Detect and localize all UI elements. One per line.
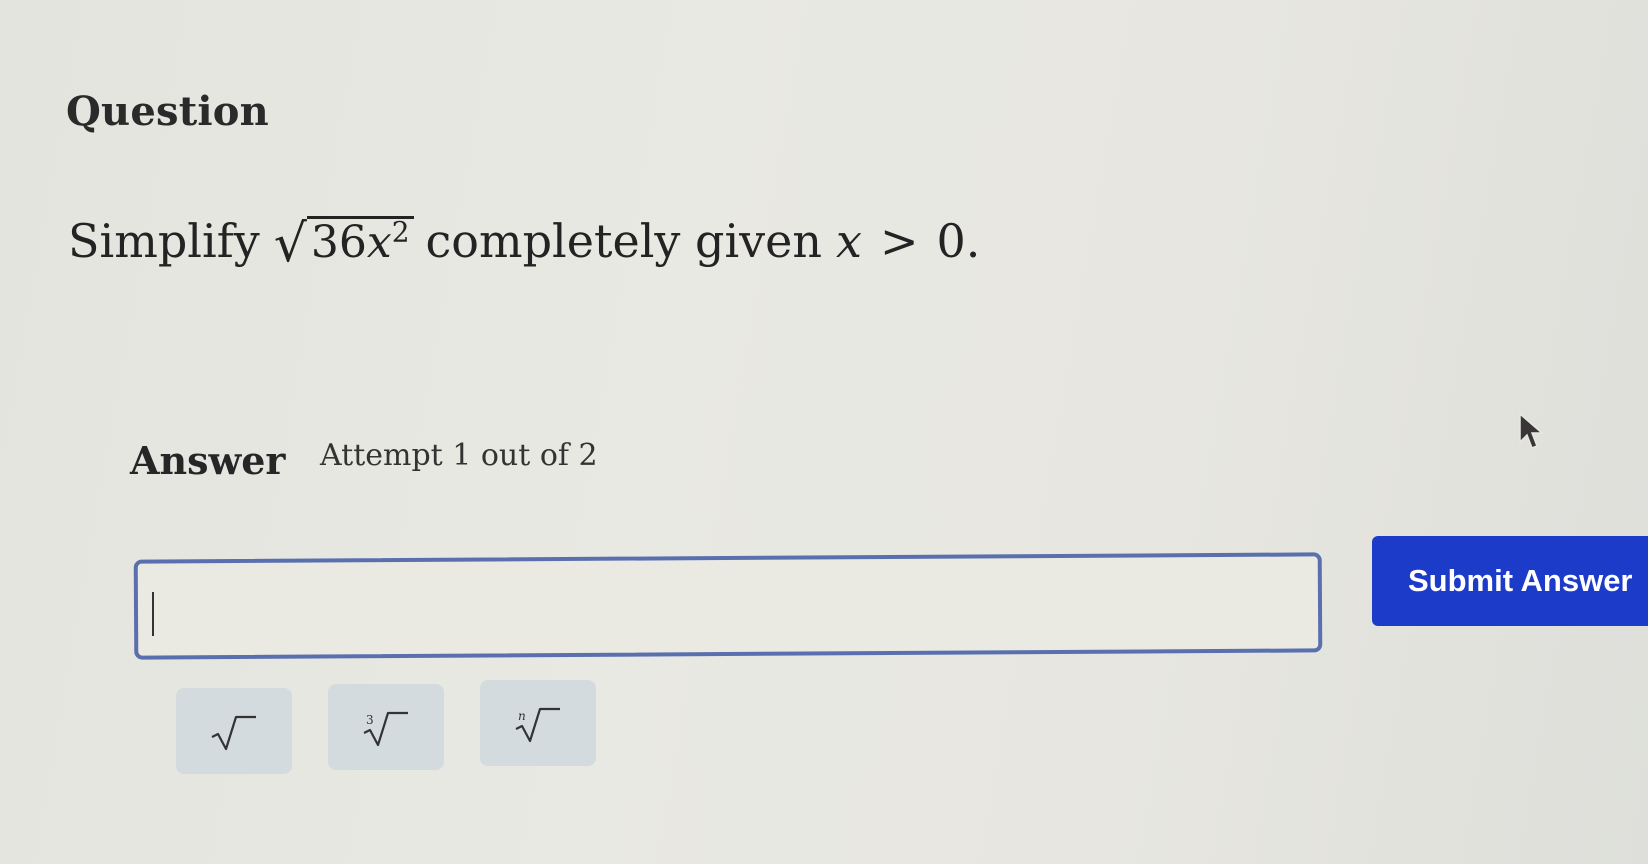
- attempt-counter: Attempt 1 out of 2: [320, 438, 598, 473]
- radicand-variable: x: [366, 217, 392, 268]
- condition-expression: x > 0.: [836, 214, 980, 268]
- prompt-middle: completely given: [425, 214, 823, 268]
- square-root-expression: √ 36x2: [273, 214, 414, 274]
- cube-root-index: 3: [366, 713, 374, 727]
- condition-value: 0.: [936, 214, 981, 268]
- nth-root-icon: n: [515, 707, 560, 743]
- cube-root-icon: 3: [363, 711, 408, 747]
- condition-variable: x: [836, 214, 862, 268]
- condition-operator: >: [879, 214, 919, 268]
- square-root-button[interactable]: [176, 688, 292, 774]
- text-caret: [152, 592, 154, 636]
- answer-input[interactable]: [133, 552, 1323, 660]
- radicand-coefficient: 36: [310, 217, 367, 268]
- square-root-icon: [211, 715, 256, 751]
- submit-answer-button[interactable]: Submit Answer: [1372, 536, 1648, 626]
- nth-root-button[interactable]: n: [480, 680, 596, 766]
- radicand: 36x2: [306, 215, 414, 268]
- prompt-prefix: Simplify: [68, 214, 260, 268]
- radicand-exponent: 2: [391, 215, 410, 249]
- radical-sign: √: [273, 214, 307, 274]
- question-heading: Question: [66, 88, 269, 135]
- question-prompt: Simplify √ 36x2 completely given x > 0.: [68, 214, 980, 274]
- nth-root-index: n: [518, 709, 526, 723]
- mouse-cursor-icon: [1519, 412, 1544, 449]
- answer-label: Answer: [130, 438, 286, 483]
- cube-root-button[interactable]: 3: [328, 684, 444, 770]
